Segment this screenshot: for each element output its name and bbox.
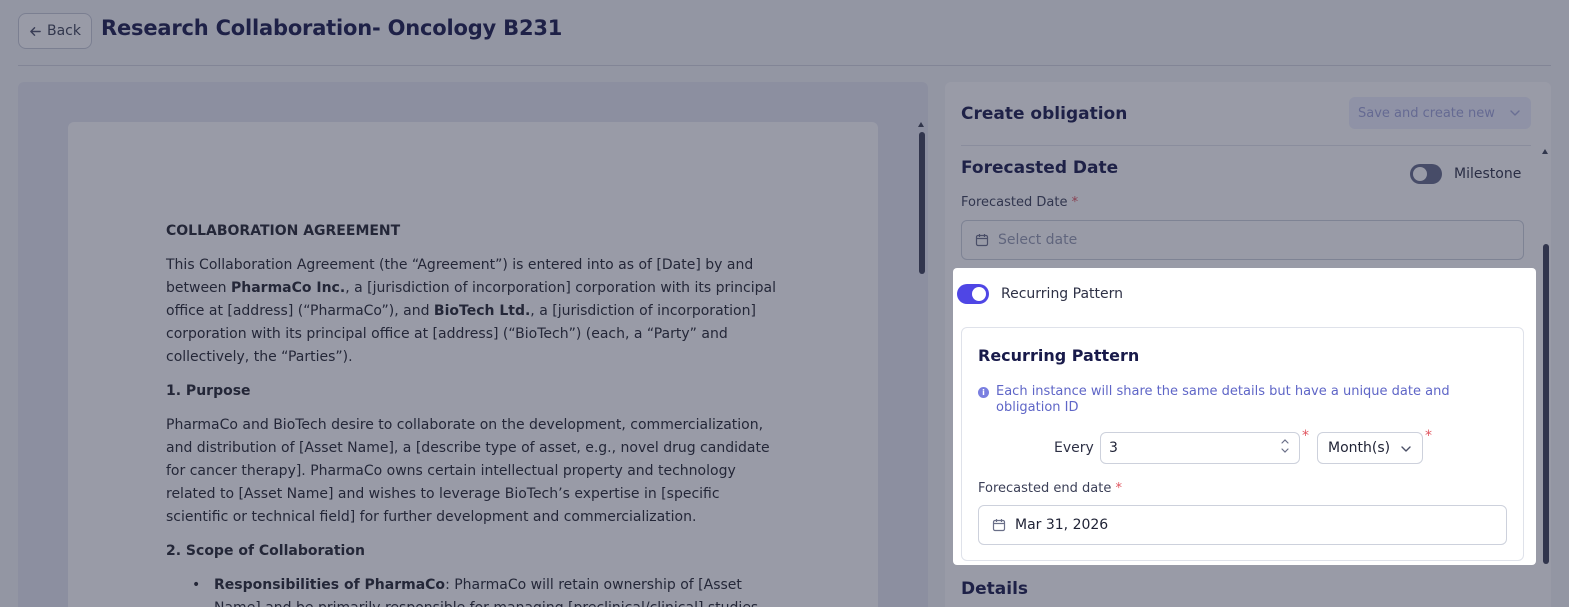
recurring-pattern-toggle[interactable] — [957, 284, 989, 304]
interval-unit-select[interactable]: Month(s) — [1317, 432, 1423, 464]
chevron-up-icon[interactable] — [1280, 437, 1290, 445]
calendar-icon — [992, 519, 1006, 532]
every-label: Every — [1054, 440, 1094, 456]
end-date-value: Mar 31, 2026 — [1015, 517, 1109, 533]
unit-value: Month(s) — [1328, 440, 1391, 456]
chevron-down-icon — [1401, 446, 1411, 452]
quantity-stepper[interactable] — [1279, 435, 1291, 461]
info-icon: i — [978, 387, 989, 398]
info-text: Each instance will share the same detail… — [996, 384, 1450, 415]
recurring-pattern-card: Recurring Pattern i Each instance will s… — [961, 327, 1524, 561]
every-value: 3 — [1109, 440, 1118, 456]
required-mark: * — [1115, 481, 1122, 496]
end-date-label: Forecasted end date * — [978, 481, 1122, 496]
recurring-pattern-info: i Each instance will share the same deta… — [978, 384, 1458, 416]
every-number-input[interactable]: 3 — [1100, 432, 1300, 464]
required-mark: * — [1302, 428, 1309, 444]
label-text: Forecasted end date — [978, 481, 1112, 496]
recurring-pattern-title: Recurring Pattern — [978, 346, 1140, 365]
recurring-pattern-toggle-label: Recurring Pattern — [1001, 286, 1124, 302]
recurring-pattern-highlight: Recurring Pattern Recurring Pattern i Ea… — [953, 268, 1536, 565]
required-mark: * — [1425, 428, 1432, 444]
chevron-down-icon[interactable] — [1280, 447, 1290, 455]
toggle-knob — [972, 287, 986, 301]
end-date-input[interactable]: Mar 31, 2026 — [978, 505, 1507, 545]
